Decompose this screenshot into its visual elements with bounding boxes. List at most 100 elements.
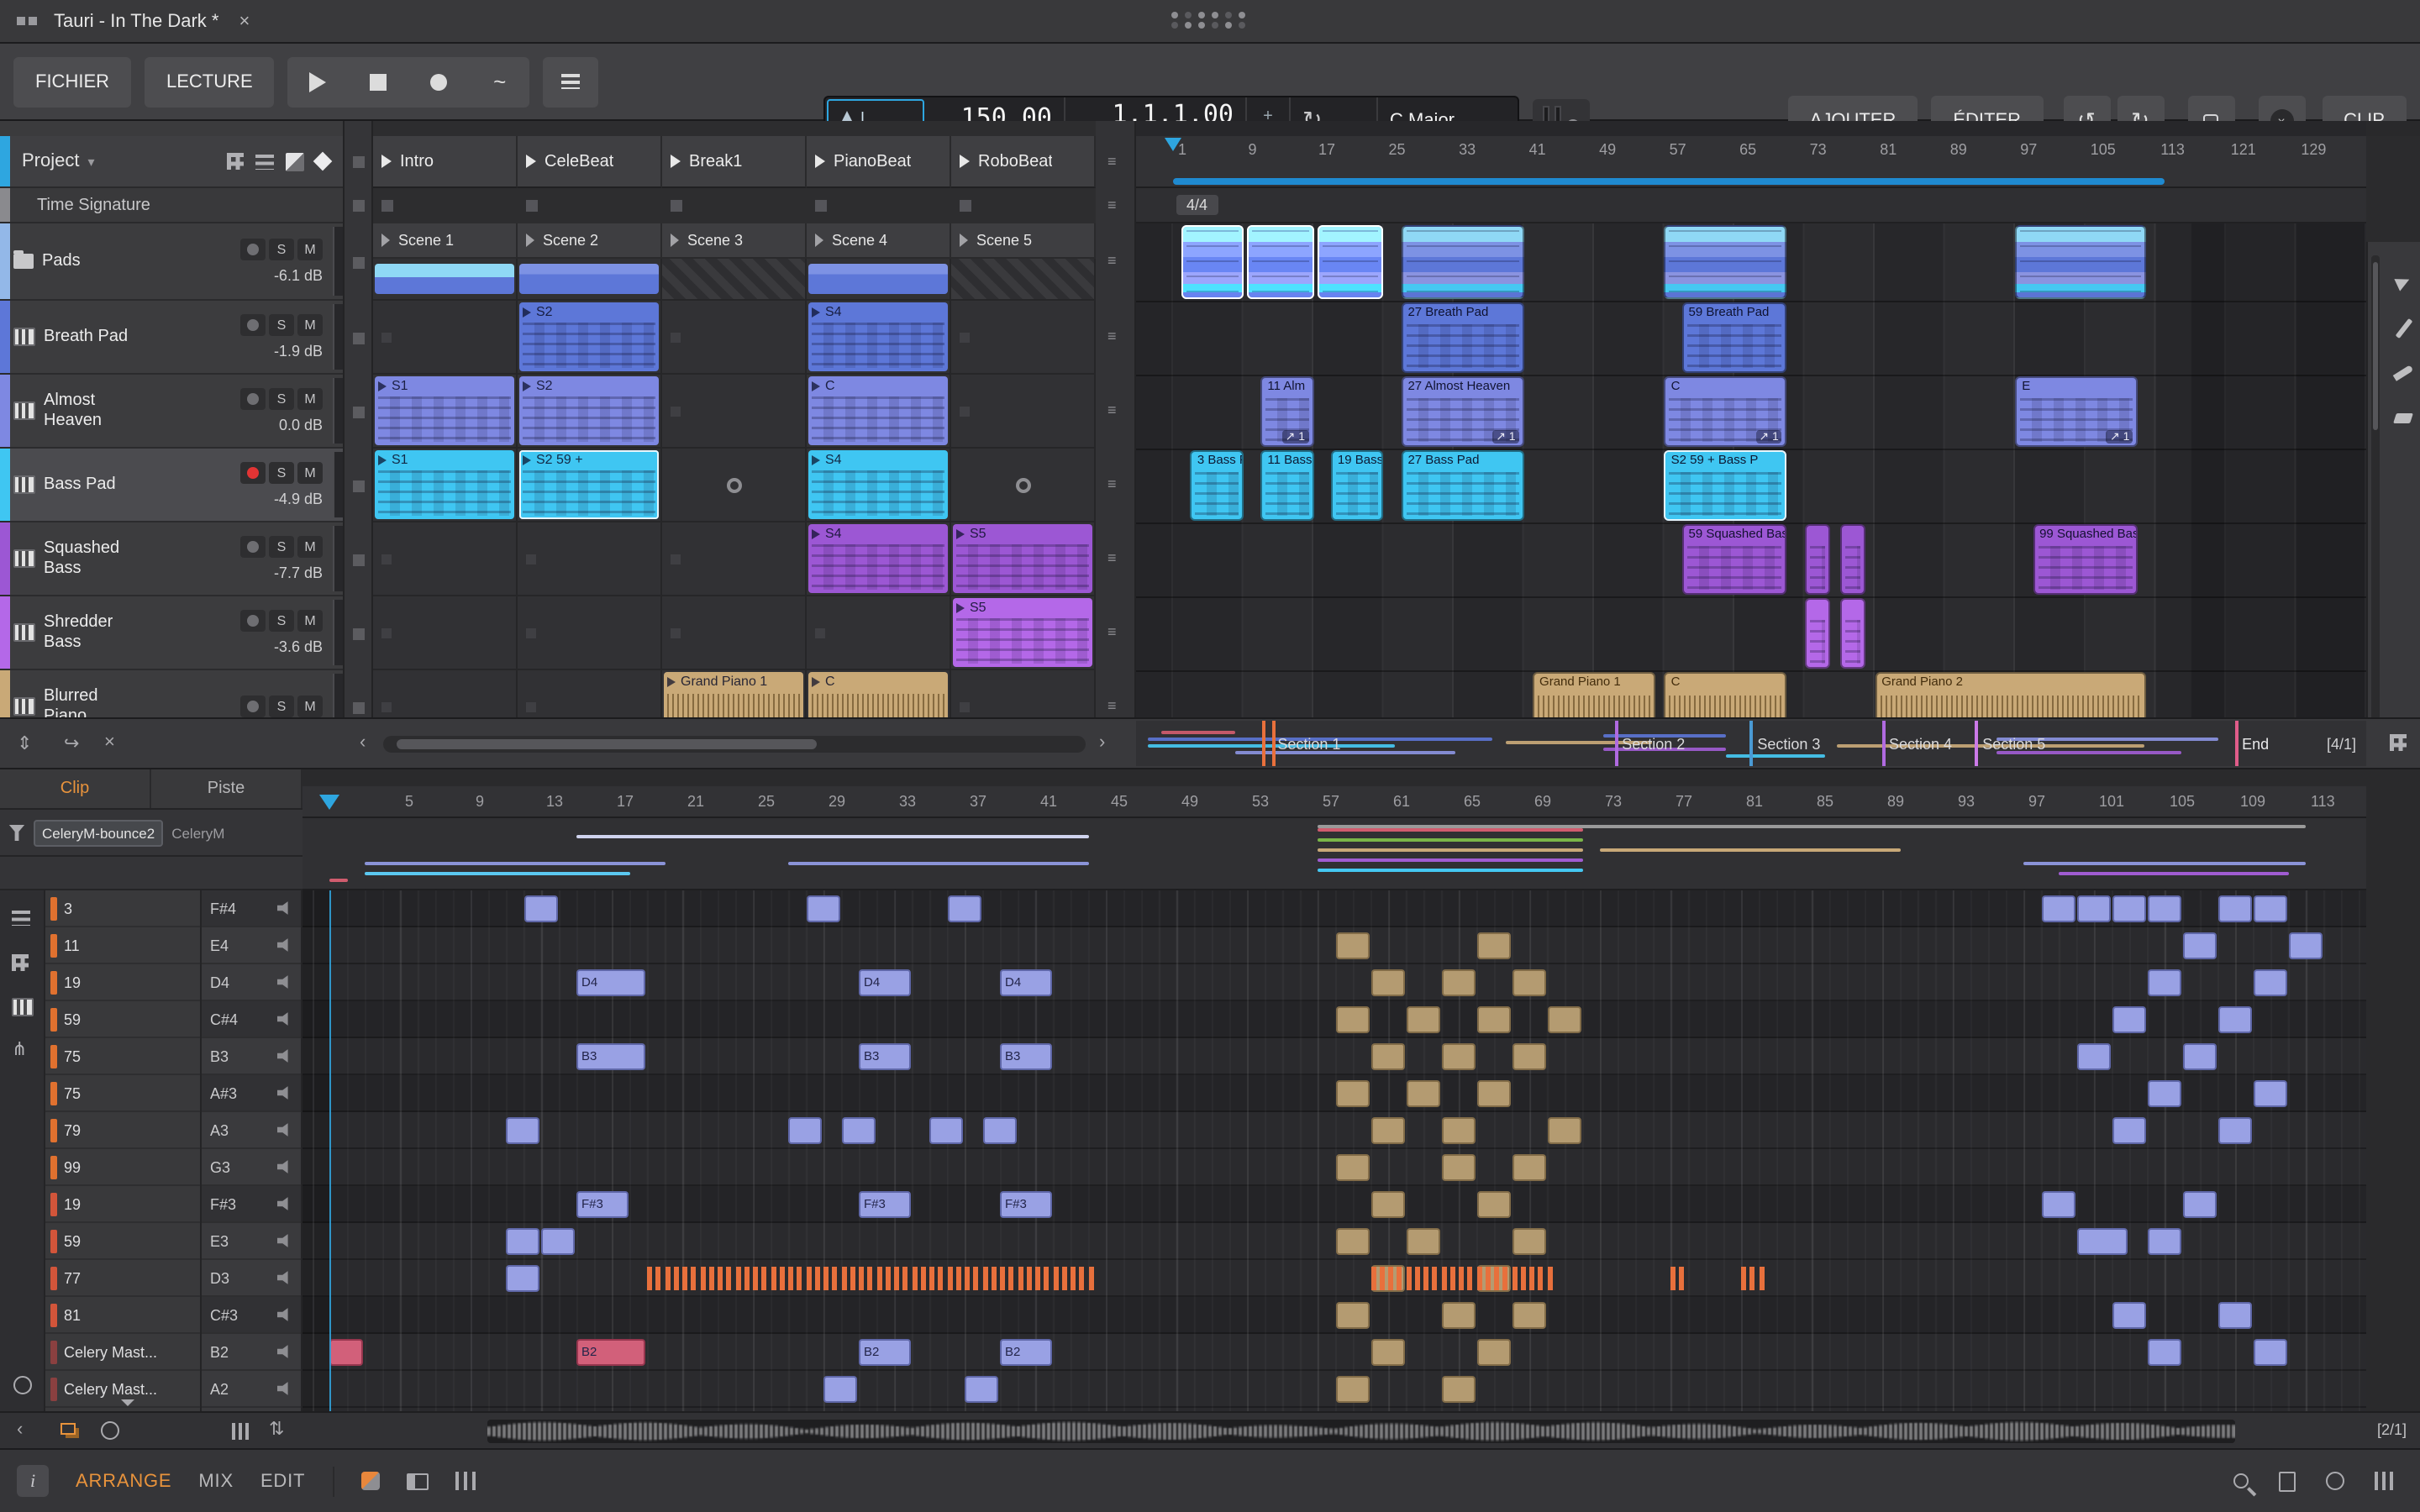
midi-note[interactable] <box>2112 1117 2145 1144</box>
clip-slot[interactable]: Grand Piano 1 <box>662 670 807 717</box>
section-marker[interactable] <box>1271 721 1275 766</box>
arranger-clip[interactable] <box>1181 225 1243 299</box>
stop-button[interactable] <box>353 701 365 713</box>
layer-row[interactable]: 75 <box>45 1038 200 1075</box>
midi-note[interactable] <box>956 1267 961 1290</box>
clip-slot[interactable] <box>951 449 1096 522</box>
midi-note[interactable] <box>1035 1267 1040 1290</box>
arranger-clip[interactable]: E↗ 1 <box>2015 376 2138 447</box>
midi-note[interactable] <box>1441 1043 1475 1070</box>
clip-stop-button[interactable] <box>815 200 827 212</box>
midi-note[interactable] <box>1370 1191 1404 1218</box>
velocity-lane-icon[interactable] <box>232 1423 249 1440</box>
midi-note[interactable] <box>1741 1267 1746 1290</box>
launcher-clip[interactable]: Grand Piano 1 <box>664 672 803 717</box>
midi-note[interactable] <box>1406 1267 1411 1290</box>
midi-note[interactable] <box>1335 1376 1369 1403</box>
speaker-icon[interactable] <box>277 1233 292 1248</box>
midi-note[interactable] <box>823 1376 857 1403</box>
key-row[interactable]: F#4 <box>202 890 301 927</box>
midi-note[interactable] <box>1441 1302 1475 1329</box>
arranger-clip[interactable] <box>1839 598 1865 669</box>
midi-note[interactable] <box>1476 1339 1510 1366</box>
midi-note[interactable] <box>2182 932 2216 959</box>
midi-note[interactable] <box>506 1117 539 1144</box>
clip-slot[interactable]: S4 <box>807 301 951 375</box>
midi-note[interactable] <box>2217 1117 2251 1144</box>
track-row-time-signature[interactable]: Time Signature <box>0 188 343 223</box>
clip-slot[interactable]: S4 <box>807 449 951 522</box>
midi-note[interactable] <box>1468 1267 1473 1290</box>
search-icon[interactable] <box>2233 1473 2249 1488</box>
midi-note[interactable] <box>1512 1302 1545 1329</box>
launcher-clip[interactable]: S4 <box>808 302 948 371</box>
arm-button[interactable] <box>240 239 266 260</box>
clip-slot[interactable] <box>373 301 518 375</box>
grid-icon[interactable] <box>2390 734 2407 751</box>
key-row[interactable]: E3 <box>202 1223 301 1260</box>
midi-note[interactable] <box>647 1267 652 1290</box>
midi-note[interactable] <box>1512 1228 1545 1255</box>
playhead-marker[interactable] <box>1165 138 1181 151</box>
scene-cell[interactable]: Scene 1 <box>373 223 518 259</box>
clip-slot[interactable] <box>662 596 807 670</box>
track-row[interactable]: Breath PadSM-1.9 dB <box>0 301 343 375</box>
resize-icon[interactable]: ⇅ <box>269 1420 284 1441</box>
stop-button[interactable] <box>353 627 365 639</box>
collapse-chevron-icon[interactable] <box>121 1399 134 1406</box>
window-menu-icon[interactable] <box>29 17 37 25</box>
chevron-down-icon[interactable]: ▾ <box>88 154 95 169</box>
arranger-clip[interactable]: 11 Bass <box>1260 450 1313 521</box>
scene-options-icon[interactable]: ≡ <box>1107 697 1117 714</box>
midi-note[interactable] <box>735 1267 740 1290</box>
midi-note[interactable] <box>841 1267 846 1290</box>
clip-slot[interactable] <box>951 259 1096 301</box>
speaker-icon[interactable] <box>277 1196 292 1211</box>
back-icon[interactable]: ‹ <box>17 1420 23 1441</box>
speaker-icon[interactable] <box>277 900 292 916</box>
midi-note[interactable] <box>1441 1117 1475 1144</box>
scene-options-icon[interactable]: ≡ <box>1107 196 1117 213</box>
stop-button[interactable] <box>353 332 365 344</box>
solo-button[interactable]: S <box>269 314 294 336</box>
layer-row[interactable]: 81 <box>45 1297 200 1334</box>
layer-row[interactable]: 19 <box>45 1186 200 1223</box>
midi-note[interactable] <box>1476 1006 1510 1033</box>
close-icon[interactable]: × <box>239 11 250 31</box>
arranger-timeline[interactable]: 1917253341495765738189971051131211291374… <box>1136 121 2366 717</box>
arranger-clip[interactable]: 27 Almost Heaven↗ 1 <box>1401 376 1523 447</box>
midi-note[interactable] <box>947 895 981 922</box>
midi-note[interactable] <box>1406 1080 1439 1107</box>
launcher-clip[interactable]: S4 <box>808 524 948 593</box>
key-row[interactable]: A2 <box>202 1371 301 1408</box>
mute-button[interactable]: M <box>297 314 323 336</box>
loop-region[interactable] <box>1173 178 2165 185</box>
pin-icon[interactable] <box>13 1376 32 1394</box>
mode-edit[interactable]: EDIT <box>260 1471 305 1491</box>
midi-note[interactable] <box>894 1267 899 1290</box>
stop-button[interactable] <box>353 256 365 268</box>
clip-slot[interactable] <box>662 449 807 522</box>
arm-button[interactable] <box>240 536 266 558</box>
stop-button[interactable] <box>353 480 365 491</box>
section-marker[interactable] <box>1975 721 1978 766</box>
clip-slot[interactable]: S2 <box>518 375 662 449</box>
midi-note[interactable] <box>2217 895 2251 922</box>
midi-note[interactable] <box>2253 1080 2286 1107</box>
midi-note[interactable] <box>709 1267 714 1290</box>
speaker-icon[interactable] <box>277 974 292 990</box>
midi-note[interactable] <box>903 1267 908 1290</box>
midi-note[interactable] <box>2041 895 2075 922</box>
layer-row[interactable]: 59 <box>45 1001 200 1038</box>
clip-slot[interactable] <box>662 301 807 375</box>
midi-note[interactable] <box>992 1267 997 1290</box>
clip-slot[interactable] <box>951 375 1096 449</box>
arranger-clip[interactable] <box>1665 225 1787 299</box>
arranger-clip[interactable]: Grand Piano 1 <box>1533 672 1655 717</box>
midi-note[interactable]: F#3 <box>1000 1191 1051 1218</box>
pointer-tool-button[interactable] <box>2388 265 2418 299</box>
grid-view-icon[interactable] <box>227 153 244 170</box>
launcher-clip[interactable]: S1 <box>375 450 514 519</box>
meter-marker[interactable]: 4/4 <box>1176 195 1218 215</box>
speaker-icon[interactable] <box>277 937 292 953</box>
